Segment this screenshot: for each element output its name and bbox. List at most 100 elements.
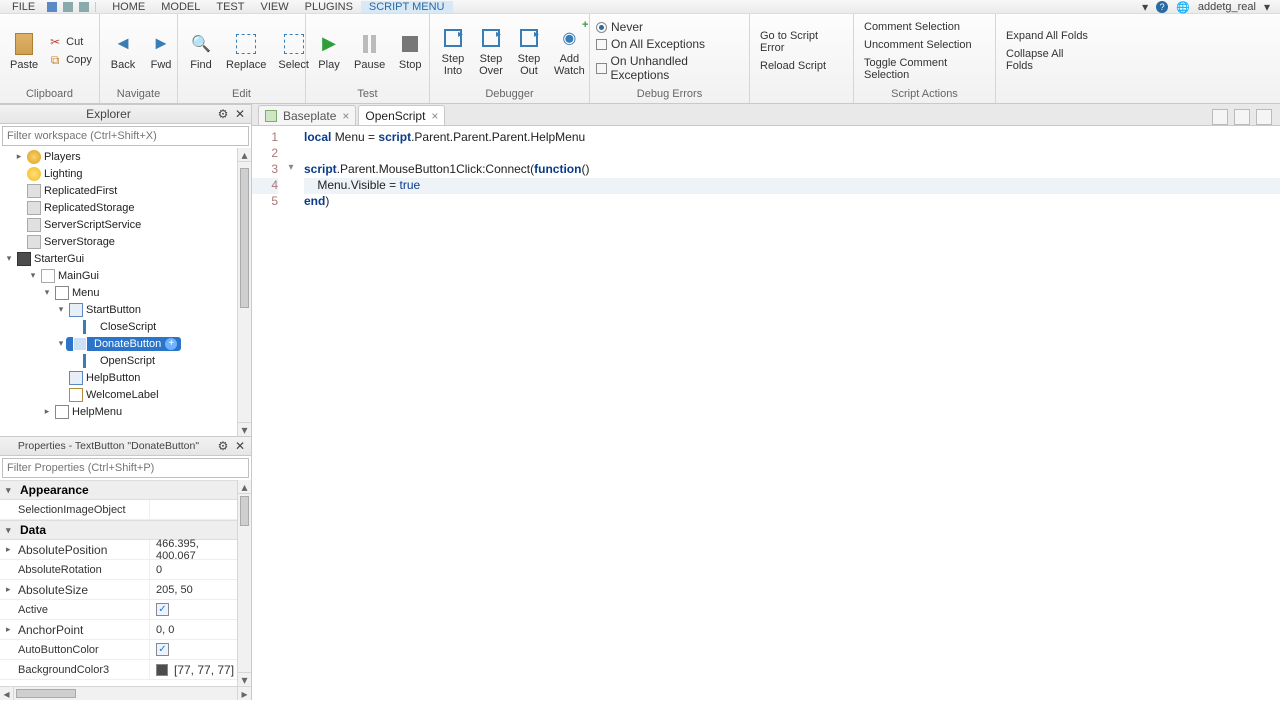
close-icon[interactable]: [233, 107, 247, 121]
qat-undo-icon[interactable]: [63, 2, 73, 12]
step-over-button[interactable]: Step Over: [474, 23, 508, 79]
pause-button[interactable]: Pause: [350, 29, 389, 73]
prop-autocolor[interactable]: AutoButtonColor✓: [0, 640, 237, 660]
tree-repfirst[interactable]: ReplicatedFirst: [0, 182, 237, 199]
properties-list[interactable]: ▾Appearance SelectionImageObject ▾Data ▸…: [0, 480, 237, 686]
ui-toggle-icon[interactable]: [1212, 109, 1228, 125]
tree-maingui[interactable]: ▾MainGui: [0, 267, 237, 284]
gear-icon[interactable]: [216, 107, 230, 121]
cut-button[interactable]: ✂Cut: [46, 34, 94, 50]
source[interactable]: local Menu = script.Parent.Parent.Parent…: [298, 126, 1280, 720]
close-icon[interactable]: [233, 439, 247, 453]
tree-openscript[interactable]: OpenScript: [0, 352, 237, 369]
checkbox-icon[interactable]: ✓: [156, 643, 169, 656]
gear-icon[interactable]: [216, 439, 230, 453]
menu-script[interactable]: SCRIPT MENU: [361, 1, 453, 13]
fwd-button[interactable]: Fwd: [144, 29, 178, 73]
prop-absrot[interactable]: AbsoluteRotation0: [0, 560, 237, 580]
properties-filter-input[interactable]: [2, 458, 249, 478]
close-icon[interactable]: ×: [431, 109, 438, 123]
goto-error-button[interactable]: Go to Script Error: [756, 28, 847, 56]
explorer-tree[interactable]: ▸Players Lighting ReplicatedFirst Replic…: [0, 148, 237, 436]
tree-startbtn[interactable]: ▾StartButton: [0, 301, 237, 318]
scroll-up-icon[interactable]: ▴: [238, 480, 251, 494]
fold-column[interactable]: ▾: [284, 126, 298, 720]
prop-anchor[interactable]: ▸AnchorPoint0, 0: [0, 620, 237, 640]
tree-closescript[interactable]: CloseScript: [0, 318, 237, 335]
tree-lighting[interactable]: Lighting: [0, 165, 237, 182]
expand-folds-button[interactable]: Expand All Folds: [1002, 28, 1094, 44]
explorer-scrollbar[interactable]: ▴ ▾: [237, 148, 251, 436]
add-watch-button[interactable]: Add Watch: [550, 23, 589, 79]
tree-players[interactable]: ▸Players: [0, 148, 237, 165]
find-icon: [188, 31, 214, 57]
scroll-left-icon[interactable]: ◂: [0, 687, 14, 700]
user-menu-icon[interactable]: [1264, 0, 1270, 14]
copy-button[interactable]: ⧉Copy: [46, 52, 94, 68]
checkbox-icon[interactable]: ✓: [156, 603, 169, 616]
play-button[interactable]: Play: [312, 29, 346, 73]
preview-icon[interactable]: [1234, 109, 1250, 125]
tree-sstore[interactable]: ServerStorage: [0, 233, 237, 250]
add-child-icon[interactable]: +: [165, 338, 177, 350]
on-unh-check[interactable]: On Unhandled Exceptions: [596, 53, 743, 83]
tree-sss[interactable]: ServerScriptService: [0, 216, 237, 233]
scroll-down-icon[interactable]: ▾: [238, 422, 251, 436]
properties-hscroll[interactable]: ◂ ▸: [0, 686, 251, 700]
checkbox-icon: [596, 39, 607, 50]
back-button[interactable]: Back: [106, 29, 140, 73]
menu-plugins[interactable]: PLUGINS: [297, 1, 361, 13]
scroll-right-icon[interactable]: ▸: [237, 687, 251, 700]
cat-appearance[interactable]: ▾Appearance: [0, 480, 237, 500]
globe-icon[interactable]: [1176, 0, 1190, 14]
find-button[interactable]: Find: [184, 29, 218, 73]
menu-test[interactable]: TEST: [208, 1, 252, 13]
reload-script-button[interactable]: Reload Script: [756, 58, 847, 74]
step-out-button[interactable]: Step Out: [512, 23, 546, 79]
comment-button[interactable]: Comment Selection: [860, 19, 989, 35]
replace-button[interactable]: Replace: [222, 29, 270, 73]
prop-bgcolor[interactable]: BackgroundColor3[77, 77, 77]: [0, 660, 237, 680]
properties-scrollbar[interactable]: ▴ ▾: [237, 480, 251, 686]
tree-helpbtn[interactable]: HelpButton: [0, 369, 237, 386]
scroll-thumb[interactable]: [240, 168, 249, 308]
scroll-thumb[interactable]: [16, 689, 76, 698]
qat-redo-icon[interactable]: [79, 2, 89, 12]
menu-model[interactable]: MODEL: [153, 1, 208, 13]
menu-file[interactable]: FILE: [4, 1, 43, 13]
prop-abspos[interactable]: ▸AbsolutePosition466.395, 400.067: [0, 540, 237, 560]
toggle-comment-button[interactable]: Toggle Comment Selection: [860, 55, 989, 83]
tree-repstore[interactable]: ReplicatedStorage: [0, 199, 237, 216]
never-radio[interactable]: Never: [596, 19, 743, 35]
tab-openscript[interactable]: OpenScript×: [358, 105, 445, 125]
uncomment-button[interactable]: Uncomment Selection: [860, 37, 989, 53]
tree-welcome[interactable]: WelcomeLabel: [0, 386, 237, 403]
popout-icon[interactable]: [1256, 109, 1272, 125]
lighting-icon: [27, 167, 41, 181]
tree-sgui[interactable]: ▾StarterGui: [0, 250, 237, 267]
tree-menu[interactable]: ▾Menu: [0, 284, 237, 301]
step-into-button[interactable]: Step Into: [436, 23, 470, 79]
scroll-up-icon[interactable]: ▴: [238, 148, 251, 162]
paste-button[interactable]: Paste: [6, 29, 42, 73]
code-editor[interactable]: 12345 ▾ local Menu = script.Parent.Paren…: [252, 126, 1280, 720]
collapse-ribbon-icon[interactable]: [1142, 0, 1148, 14]
tree-helpmenu[interactable]: ▸HelpMenu: [0, 403, 237, 420]
close-icon[interactable]: ×: [342, 109, 349, 123]
prop-selimg[interactable]: SelectionImageObject: [0, 500, 237, 520]
tree-donatebtn[interactable]: ▾DonateButton+: [0, 335, 237, 352]
menu-view[interactable]: VIEW: [252, 1, 296, 13]
qat-save-icon[interactable]: [47, 2, 57, 12]
scroll-thumb[interactable]: [240, 496, 249, 526]
help-icon[interactable]: ?: [1156, 1, 1168, 13]
prop-active[interactable]: Active✓: [0, 600, 237, 620]
explorer-filter-input[interactable]: [2, 126, 249, 146]
on-all-check[interactable]: On All Exceptions: [596, 36, 743, 52]
stop-button[interactable]: Stop: [393, 29, 427, 73]
collapse-folds-button[interactable]: Collapse All Folds: [1002, 46, 1094, 74]
prop-abssize[interactable]: ▸AbsoluteSize205, 50: [0, 580, 237, 600]
scroll-down-icon[interactable]: ▾: [238, 672, 251, 686]
menu-home[interactable]: HOME: [104, 1, 153, 13]
group-title-debugger: Debugger: [436, 86, 583, 103]
tab-baseplate[interactable]: Baseplate×: [258, 105, 356, 125]
